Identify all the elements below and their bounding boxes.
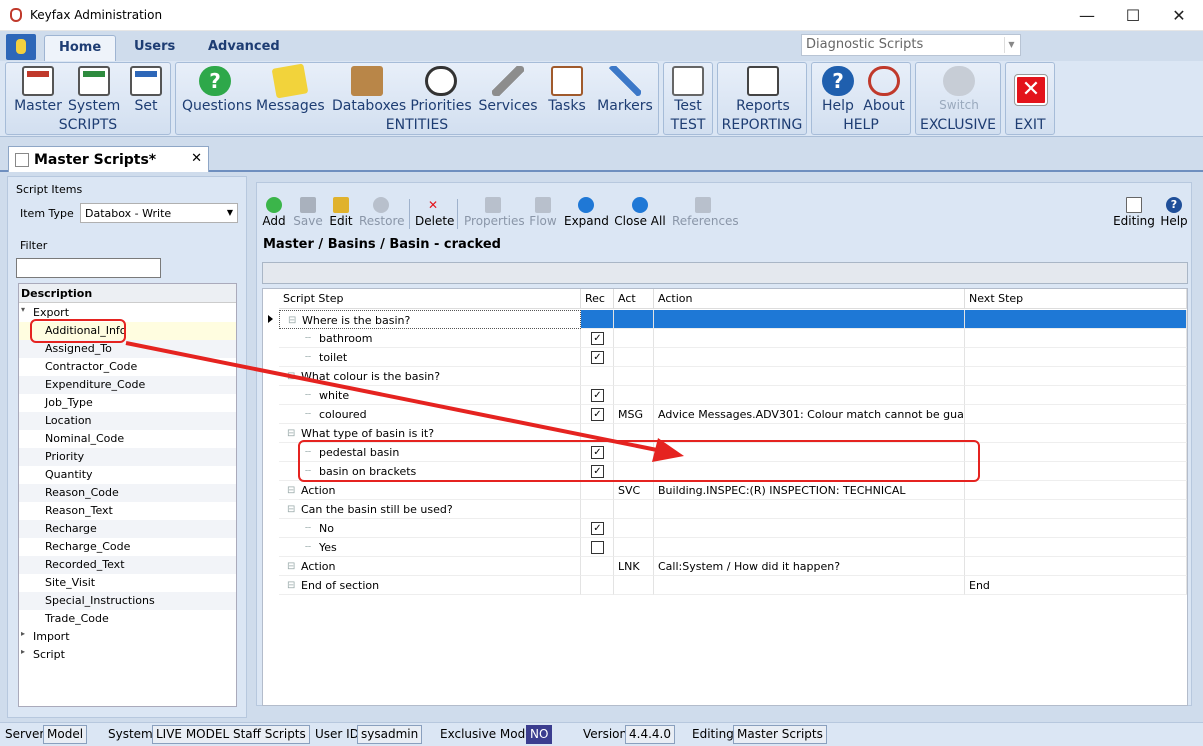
exclusive-mode-label: Exclusive Mode [440,727,533,741]
system-value: LIVE MODEL Staff Scripts [152,725,310,744]
annotation-arrow [125,341,684,462]
version-value: 4.4.4.0 [625,725,675,744]
version-label: Version [583,727,628,741]
editing-status-value: Master Scripts [733,725,827,744]
annotation-arrow-line [125,341,663,453]
server-value: Model [43,725,88,744]
editing-status-label: Editing [692,727,734,741]
system-label: System [108,727,153,741]
status-bar: Server Model System LIVE MODEL Staff Scr… [0,722,1203,746]
exclusive-mode-value: NO [526,725,553,744]
annotation-arrow-head [652,438,684,462]
user-id-label: User ID [315,727,359,741]
user-id-value: sysadmin [357,725,423,744]
server-label: Server [5,727,45,741]
